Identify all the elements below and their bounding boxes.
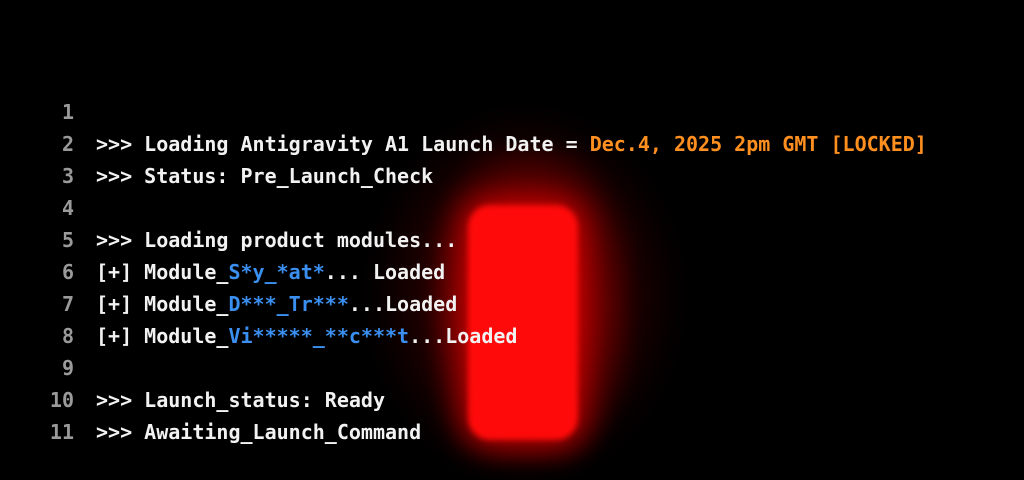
terminal-line: 8	[0, 288, 1024, 348]
terminal-line: 4 >>> Loading product modules...	[0, 160, 1024, 252]
awaiting-command-text: >>> Awaiting_Launch_Command	[96, 420, 422, 444]
terminal-line: 5 [+] Module_S*y_*at*... Loaded	[0, 192, 1024, 284]
terminal-line: 11	[0, 384, 1024, 444]
line-content: >>> Awaiting_Launch_Command	[96, 416, 421, 448]
terminal-line: 9 >>> Launch_status: Ready	[0, 320, 1024, 412]
terminal-line: 6 [+] Module_D***_Tr***...Loaded	[0, 224, 1024, 316]
terminal-line: 3	[0, 128, 1024, 188]
terminal-line: 7 [+] Module_Vi*****_**c***t...Loaded	[0, 256, 1024, 348]
terminal-line: 2 >>> Status: Pre_Launch_Check	[0, 96, 1024, 188]
terminal-output: 1 >>> Loading Antigravity A1 Launch Date…	[0, 64, 1024, 444]
line-number: 11	[49, 420, 74, 444]
terminal-line: 10 >>> Awaiting_Launch_Command	[0, 352, 1024, 444]
terminal-line: 1 >>> Loading Antigravity A1 Launch Date…	[0, 64, 1024, 156]
